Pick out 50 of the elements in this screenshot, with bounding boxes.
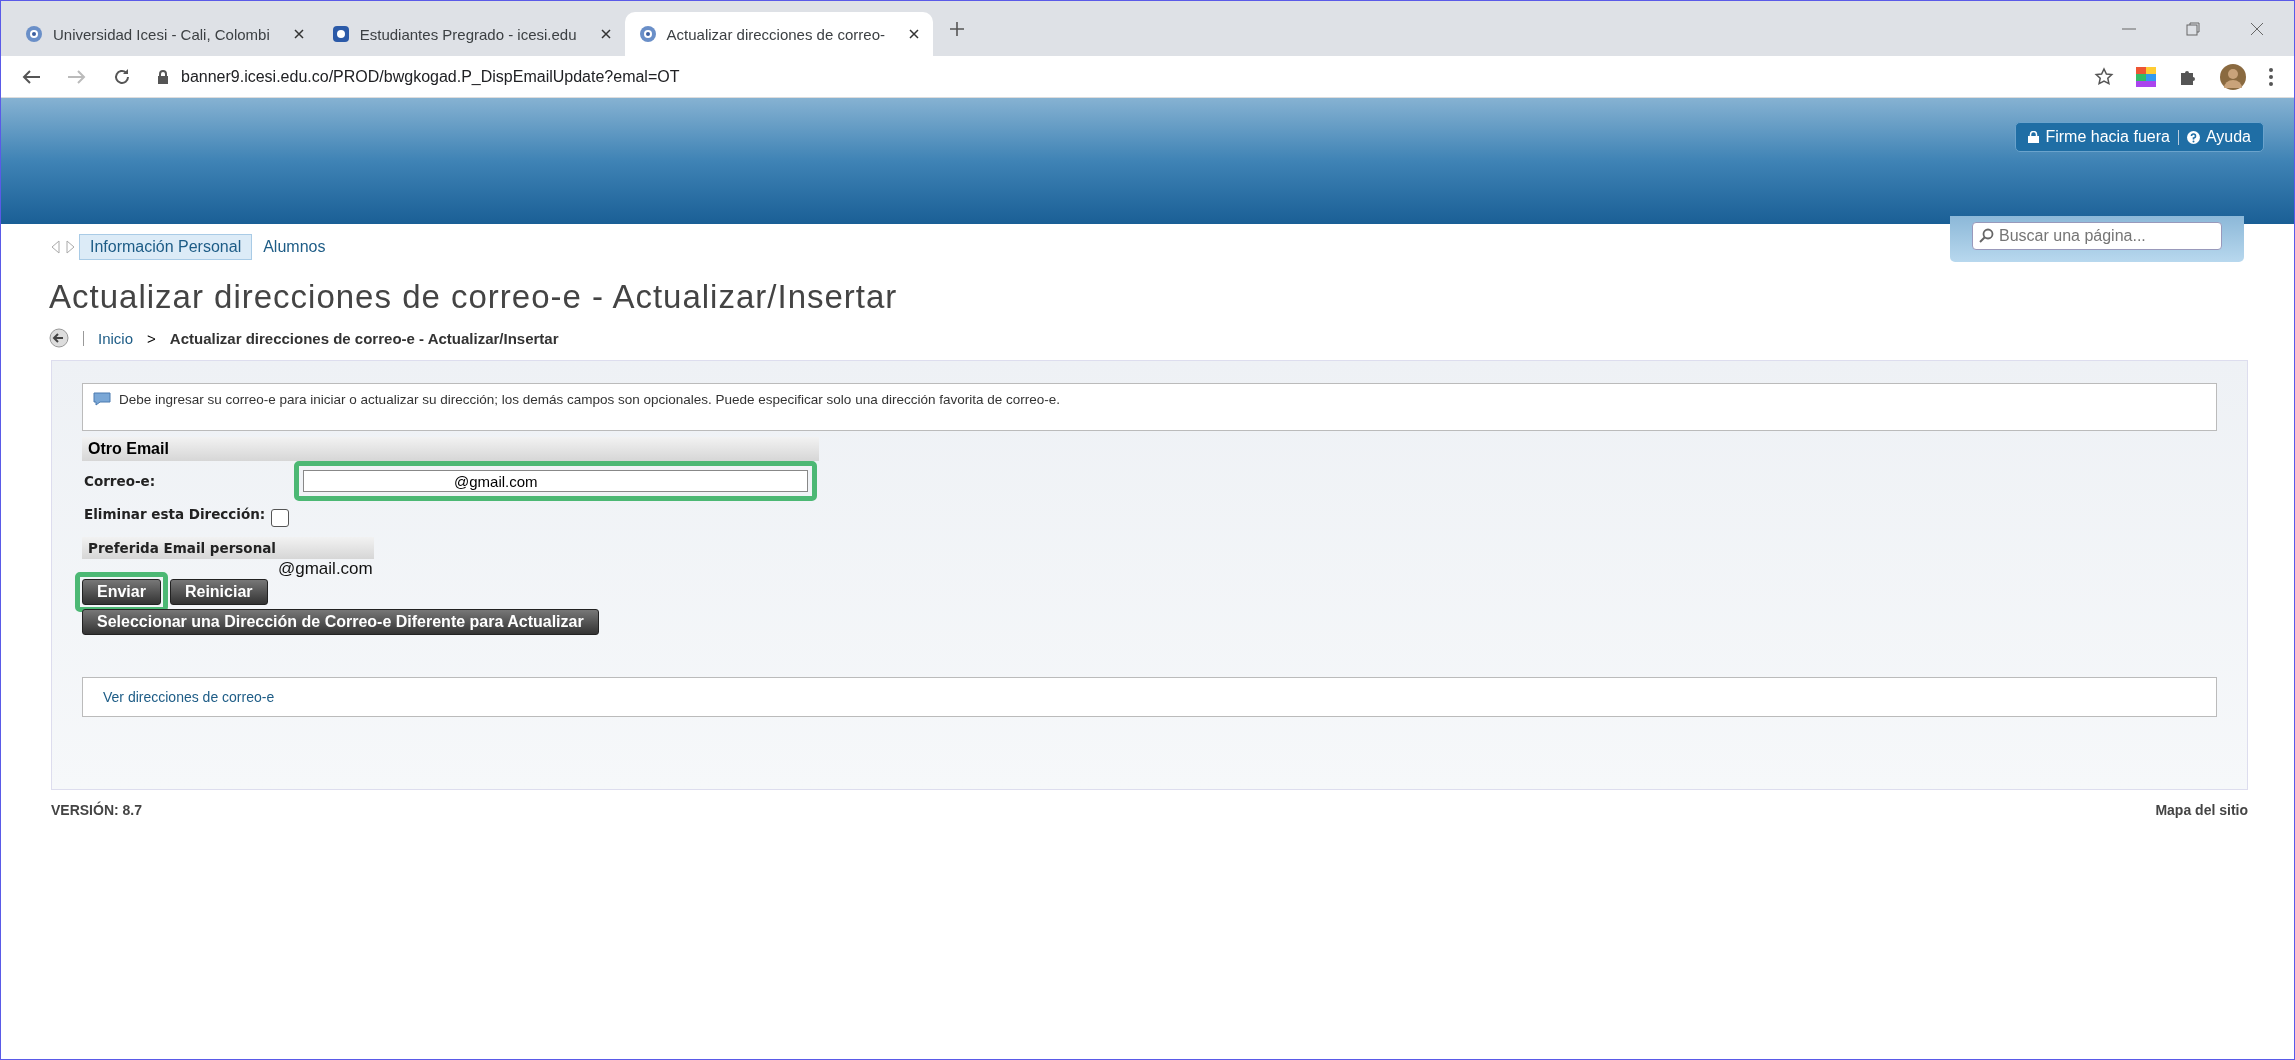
lock-icon <box>157 69 169 84</box>
section-heading: Preferida Email personal <box>82 537 374 559</box>
nav-tab[interactable]: Alumnos <box>252 234 337 260</box>
checkbox[interactable] <box>271 509 290 527</box>
home-link[interactable]: Inicio <box>98 329 134 347</box>
help-icon <box>2186 130 2200 144</box>
page-title: Actualizar direcciones de correo-e - Actualizar/Insertar <box>49 278 899 316</box>
view-addresses-link[interactable]: Ver direcciones de correo-e <box>103 689 275 705</box>
close-icon[interactable] <box>600 29 611 39</box>
notice-text: Debe ingresar su correo-e para iniciar o actualizar su dirección; los demás campos son opcionales. Puede especificar solo una dirección favorita de correo-e. <box>119 392 1060 407</box>
globe-icon <box>25 25 43 43</box>
browser-tab[interactable]: Actualizar direcciones de correo- <box>624 12 933 56</box>
back-arrow-icon[interactable] <box>21 68 41 85</box>
browser-tab[interactable]: Estudiantes Pregrado - icesi.edu <box>317 12 625 56</box>
reload-icon[interactable] <box>113 67 131 86</box>
section-heading: Otro Email <box>82 437 819 461</box>
submit-button[interactable]: Enviar <box>82 579 161 605</box>
sitemap-link[interactable]: Mapa del sitio <box>2155 802 2248 818</box>
breadcrumb-separator: > <box>147 329 156 347</box>
extension-icon[interactable] <box>2136 66 2156 87</box>
divider <box>2177 129 2179 145</box>
restore-icon[interactable] <box>2186 21 2200 36</box>
select-address-button[interactable]: Seleccionar una Dirección de Correo-e Diferente para Actualizar <box>82 609 599 635</box>
help-link[interactable]: Ayuda <box>2186 128 2251 146</box>
sign-out-link[interactable]: Firme hacia fuera <box>2028 128 2170 146</box>
lock-icon <box>2028 131 2040 143</box>
reset-button[interactable]: Reiniciar <box>169 579 268 605</box>
browser-tab[interactable]: Universidad Icesi - Cali, Colombi <box>11 12 318 56</box>
star-icon[interactable] <box>2094 66 2114 87</box>
version-text: VERSIÓN: 8.7 <box>51 802 143 818</box>
new-tab-icon[interactable] <box>949 20 965 37</box>
preferred-email: @gmail.com <box>277 559 374 579</box>
email-field[interactable]: @gmail.com <box>303 470 808 492</box>
nav-tab[interactable]: Información Personal <box>79 234 253 260</box>
close-icon[interactable] <box>909 29 919 39</box>
divider <box>83 330 84 346</box>
speech-bubble-icon <box>93 392 111 406</box>
menu-icon[interactable] <box>2268 66 2274 87</box>
field-label: Correo-e: <box>84 473 157 489</box>
search-icon <box>1978 228 1994 244</box>
close-icon[interactable] <box>293 29 304 39</box>
globe-icon <box>638 25 657 43</box>
url-text: banner9.icesi.edu.co/PROD/bwgkogad.P_DispEmailUpdate?emal=OT <box>181 67 680 86</box>
site-icon <box>331 25 350 43</box>
back-icon[interactable] <box>49 328 69 348</box>
field-label: Eliminar esta Dirección: <box>84 506 266 522</box>
avatar-icon[interactable] <box>2220 63 2246 90</box>
address-bar[interactable]: banner9.icesi.edu.co/PROD/bwgkogad.P_DispEmailUpdate?emal=OT <box>157 60 2068 93</box>
search-field[interactable]: Buscar una página... <box>1972 222 2222 250</box>
breadcrumb-current: Actualizar direcciones de correo-e - Actualizar/Insertar <box>169 329 559 347</box>
